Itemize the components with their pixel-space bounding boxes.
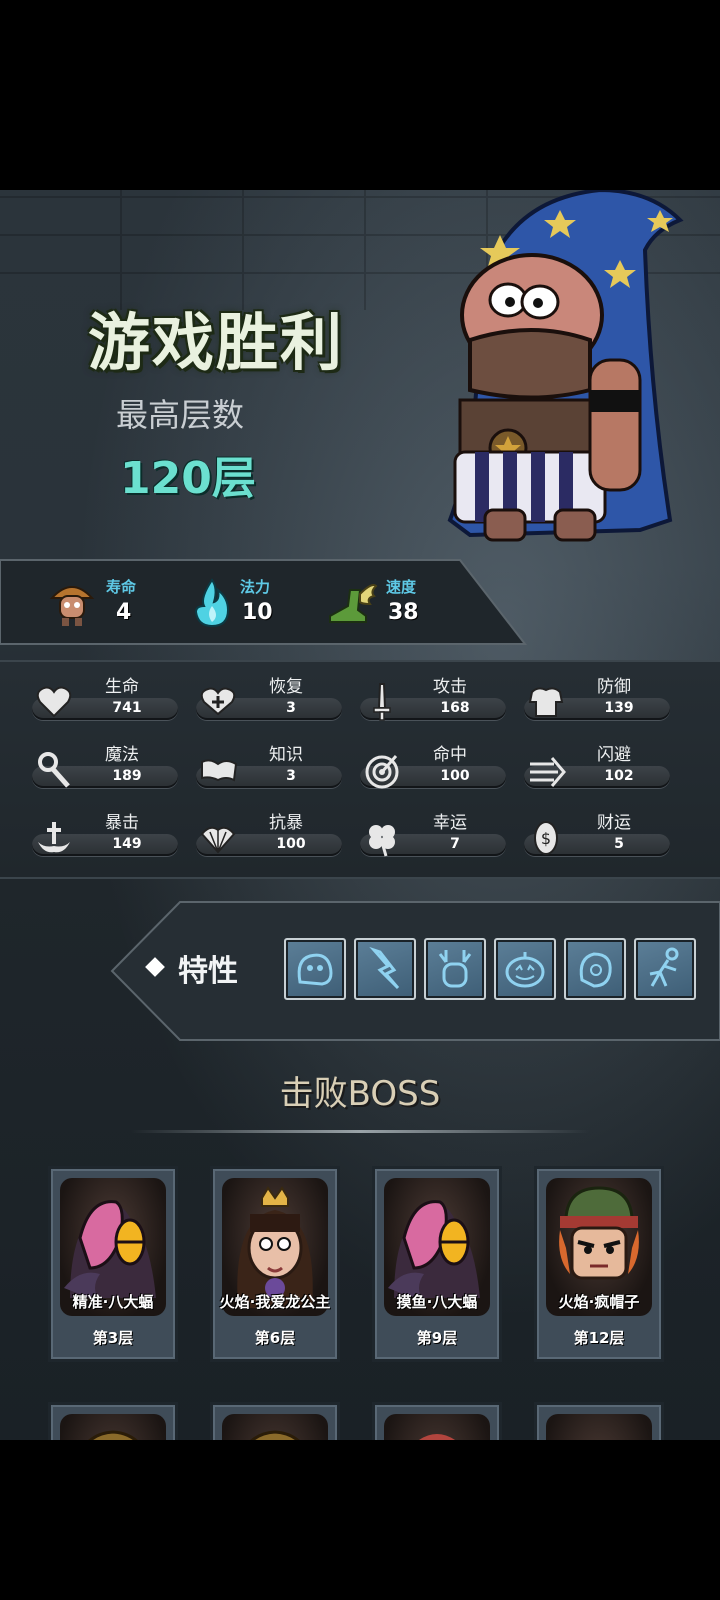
divider — [130, 1130, 590, 1133]
trait-tile-antler[interactable] — [424, 938, 486, 1000]
attr-regen: 恢复 3 — [196, 672, 346, 728]
boss-name: 火焰·我爱龙公主 — [219, 1293, 331, 1311]
attr-label: 抗暴 — [269, 813, 303, 833]
attr-value: 168 — [440, 700, 470, 716]
attr-accuracy: 命中 100 — [360, 740, 510, 796]
boss-portrait-jester — [384, 1414, 490, 1440]
attr-magic: 魔法 189 — [32, 740, 182, 796]
blob-trait-icon — [579, 952, 612, 988]
boss-card[interactable] — [48, 1402, 178, 1440]
primary-stats-strip: 寿命 4 法力 10 速度 38 — [0, 558, 720, 648]
boss-card[interactable]: 摸鱼·八大蝠 第9层 — [372, 1166, 502, 1362]
attr-luck: 幸运 7 — [360, 808, 510, 864]
trait-tile-blob[interactable] — [564, 938, 626, 1000]
max-floor-value: 120层 — [120, 453, 256, 504]
boss-portrait-robot — [222, 1414, 328, 1440]
attr-label: 幸运 — [433, 813, 467, 833]
traits-panel: 特性 — [110, 900, 720, 1042]
boss-card[interactable]: 火焰·我爱龙公主 第6层 — [210, 1166, 340, 1362]
attr-value: 741 — [112, 700, 142, 716]
boss-floor: 第9层 — [416, 1329, 458, 1347]
boss-portrait-dragon — [546, 1414, 652, 1440]
stat-label: 寿命 — [106, 578, 137, 596]
attr-crit-resist: 抗暴 100 — [196, 808, 346, 864]
trait-tile-lightning[interactable] — [354, 938, 416, 1000]
attr-dodge: 闪避 102 — [524, 740, 674, 796]
runner-trait-icon — [649, 947, 679, 987]
attr-value: 139 — [604, 700, 634, 716]
attr-hp: 生命 741 — [32, 672, 182, 728]
boss-floor: 第12层 — [573, 1329, 625, 1347]
attr-knowledge: 知识 3 — [196, 740, 346, 796]
boss-card[interactable] — [210, 1402, 340, 1440]
attr-label: 知识 — [269, 745, 303, 765]
mushroom-hero-icon — [49, 586, 95, 626]
attr-value: 102 — [604, 768, 634, 784]
attr-label: 防御 — [597, 677, 631, 697]
pumpkin-trait-icon — [505, 952, 545, 988]
trait-tile-pumpkin[interactable] — [494, 938, 556, 1000]
stat-value: 10 — [242, 600, 273, 625]
max-floor-label: 最高层数 — [116, 396, 245, 434]
blue-flame-icon — [194, 578, 230, 628]
attr-label: 魔法 — [105, 745, 139, 765]
trait-tile-runner[interactable] — [634, 938, 696, 1000]
victory-title: 游戏胜利 — [88, 306, 345, 379]
boss-card[interactable] — [534, 1402, 664, 1440]
traits-label: 特性 — [178, 954, 238, 989]
attribute-grid: 生命 741 恢复 3 攻击 168 防御 139 魔法 189 知识 3 命中… — [0, 660, 720, 879]
attr-label: 生命 — [105, 677, 139, 697]
attr-value: 100 — [276, 836, 306, 852]
boss-floor: 第6层 — [254, 1329, 296, 1347]
boss-portrait-robot — [60, 1414, 166, 1440]
boss-card[interactable] — [372, 1402, 502, 1440]
attr-value: 3 — [286, 700, 296, 716]
attr-label: 攻击 — [433, 677, 467, 697]
antler-trait-icon — [438, 950, 472, 988]
boss-name: 摸鱼·八大蝠 — [396, 1293, 478, 1311]
defeated-boss-title: 击败BOSS — [279, 1074, 441, 1114]
attr-label: 暴击 — [105, 813, 139, 833]
stat-label: 速度 — [386, 578, 417, 596]
attr-value: 7 — [450, 836, 460, 852]
slime-trait-icon — [297, 953, 333, 986]
boss-name: 火焰·疯帽子 — [558, 1293, 640, 1311]
lightning-trait-icon — [369, 946, 400, 990]
attr-wealth: $ 财运 5 — [524, 808, 674, 864]
stat-value: 38 — [388, 600, 419, 625]
attr-attack: 攻击 168 — [360, 672, 510, 728]
boss-card[interactable]: 精准·八大蝠 第3层 — [48, 1166, 178, 1362]
stat-lifespan: 寿命 4 — [46, 568, 186, 638]
winged-boot-icon — [329, 584, 378, 623]
wizard-character-image — [447, 190, 684, 542]
attr-value: 149 — [112, 836, 142, 852]
attr-crit: 暴击 149 — [32, 808, 182, 864]
attr-value: 100 — [440, 768, 470, 784]
attr-label: 财运 — [597, 813, 631, 833]
victory-screen: 游戏胜利 最高层数 120层 寿命 4 法力 10 速度 38 生命 741 恢… — [0, 190, 720, 1440]
trait-tile-slime[interactable] — [284, 938, 346, 1000]
stat-speed: 速度 38 — [326, 568, 466, 638]
attr-defense: 防御 139 — [524, 672, 674, 728]
stat-label: 法力 — [240, 578, 271, 596]
attr-value: 5 — [614, 836, 624, 852]
boss-name: 精准·八大蝠 — [72, 1293, 154, 1311]
boss-floor: 第3层 — [92, 1329, 134, 1347]
attr-value: 189 — [112, 768, 142, 784]
attr-label: 恢复 — [269, 677, 303, 697]
stat-mana: 法力 10 — [186, 568, 326, 638]
attr-label: 闪避 — [597, 745, 631, 765]
boss-card[interactable]: 火焰·疯帽子 第12层 — [534, 1166, 664, 1362]
stat-value: 4 — [116, 600, 132, 625]
attr-label: 命中 — [433, 745, 467, 765]
attr-value: 3 — [286, 768, 296, 784]
